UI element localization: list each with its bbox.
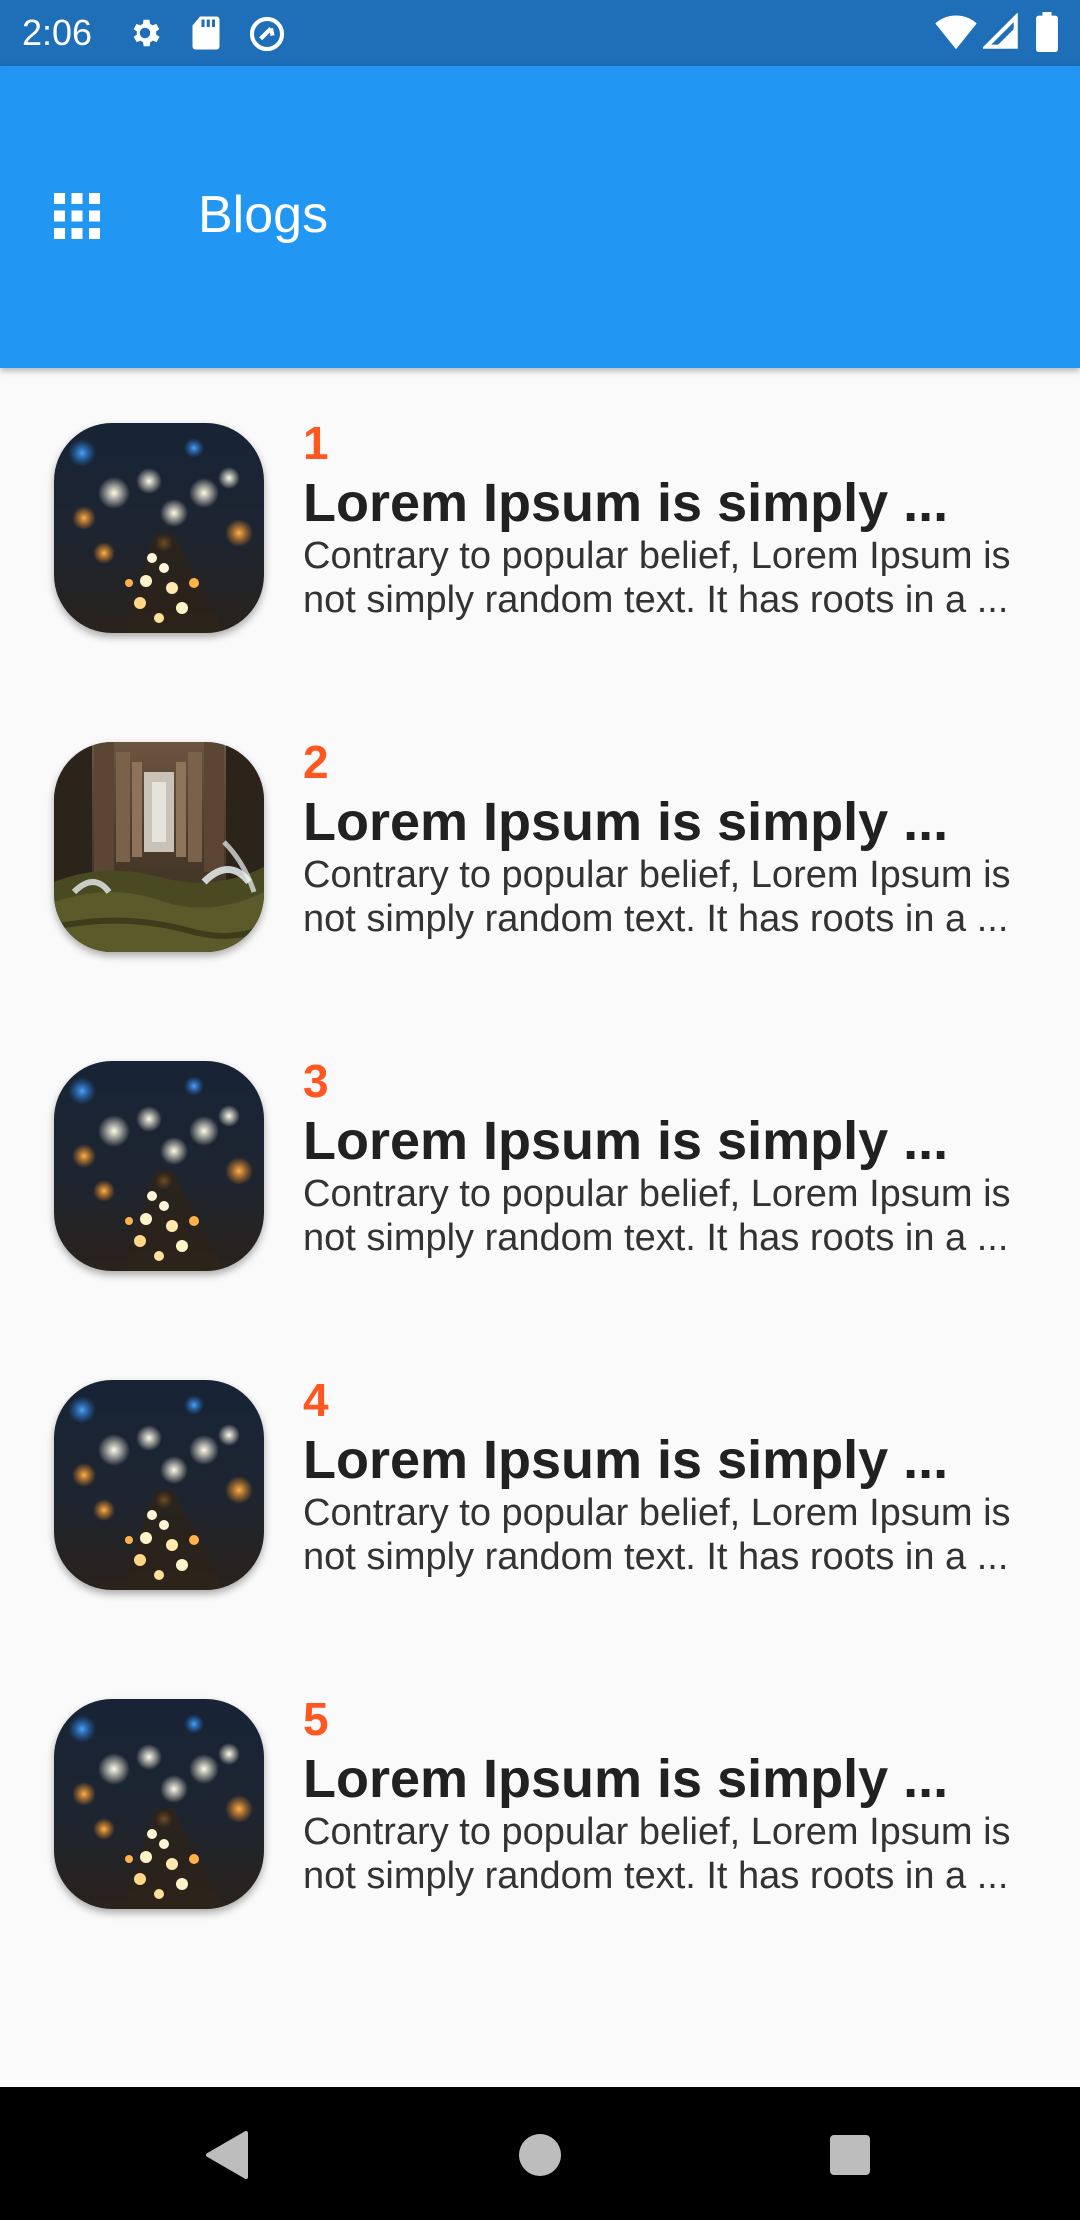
cell-signal-icon	[983, 13, 1018, 49]
blog-excerpt-line: not simply random text. It has roots in …	[303, 1217, 1009, 1259]
wifi-icon	[935, 15, 977, 50]
system-nav-bar	[0, 2087, 1080, 2220]
back-icon[interactable]	[166, 2087, 286, 2220]
blog-excerpt-line: Contrary to popular belief, Lorem Ipsum …	[303, 1173, 1011, 1215]
battery-icon	[1036, 12, 1058, 52]
sync-icon	[249, 16, 285, 52]
blog-excerpt-line: not simply random text. It has roots in …	[303, 579, 1009, 621]
blog-excerpt: Contrary to popular belief, Lorem Ipsum …	[303, 1810, 1023, 1898]
sd-card-icon	[192, 16, 220, 50]
blog-number: 5	[303, 1693, 329, 1745]
app-bar: Blogs	[0, 66, 1080, 368]
blog-list-item[interactable]: 1 Lorem Ipsum is simply ... Contrary to …	[0, 368, 1080, 687]
settings-icon	[133, 19, 160, 47]
blog-excerpt: Contrary to popular belief, Lorem Ipsum …	[303, 1172, 1023, 1260]
blog-title: Lorem Ipsum is simply ...	[303, 1749, 949, 1809]
blog-excerpt-line: Contrary to popular belief, Lorem Ipsum …	[303, 1492, 1011, 1534]
blog-list-item[interactable]: 3 Lorem Ipsum is simply ... Contrary to …	[0, 1006, 1080, 1325]
blog-thumbnail	[54, 1061, 264, 1271]
home-icon[interactable]	[480, 2087, 600, 2220]
status-time: 2:06	[22, 12, 93, 53]
blog-list-item[interactable]: 2 Lorem Ipsum is simply ... Contrary to …	[0, 687, 1080, 1006]
blog-title: Lorem Ipsum is simply ...	[303, 1111, 949, 1171]
blog-number: 2	[303, 736, 329, 788]
blog-list-item[interactable]: 4 Lorem Ipsum is simply ... Contrary to …	[0, 1325, 1080, 1644]
blog-excerpt: Contrary to popular belief, Lorem Ipsum …	[303, 534, 1023, 622]
blog-thumbnail	[54, 1699, 264, 1909]
blog-list-item[interactable]: 5 Lorem Ipsum is simply ... Contrary to …	[0, 1644, 1080, 1963]
blog-thumbnail	[54, 742, 264, 952]
blog-excerpt: Contrary to popular belief, Lorem Ipsum …	[303, 1491, 1023, 1579]
apps-grid-icon[interactable]	[54, 193, 100, 239]
blog-title: Lorem Ipsum is simply ...	[303, 473, 949, 533]
blog-number: 1	[303, 417, 329, 469]
blog-excerpt-line: Contrary to popular belief, Lorem Ipsum …	[303, 854, 1011, 896]
page-title: Blogs	[198, 186, 329, 244]
blog-list: 1 Lorem Ipsum is simply ... Contrary to …	[0, 368, 1080, 1963]
status-bar: 2:06	[0, 0, 1080, 66]
recents-icon[interactable]	[790, 2087, 910, 2220]
blog-excerpt-line: Contrary to popular belief, Lorem Ipsum …	[303, 1811, 1011, 1853]
blog-excerpt: Contrary to popular belief, Lorem Ipsum …	[303, 853, 1023, 941]
blog-thumbnail	[54, 423, 264, 633]
blog-excerpt-line: not simply random text. It has roots in …	[303, 1536, 1009, 1578]
blog-excerpt-line: Contrary to popular belief, Lorem Ipsum …	[303, 535, 1011, 577]
blog-excerpt-line: not simply random text. It has roots in …	[303, 1855, 1009, 1897]
blog-number: 4	[303, 1374, 329, 1426]
blog-title: Lorem Ipsum is simply ...	[303, 1430, 949, 1490]
blog-title: Lorem Ipsum is simply ...	[303, 792, 949, 852]
blog-thumbnail	[54, 1380, 264, 1590]
blog-excerpt-line: not simply random text. It has roots in …	[303, 898, 1009, 940]
blog-number: 3	[303, 1055, 329, 1107]
